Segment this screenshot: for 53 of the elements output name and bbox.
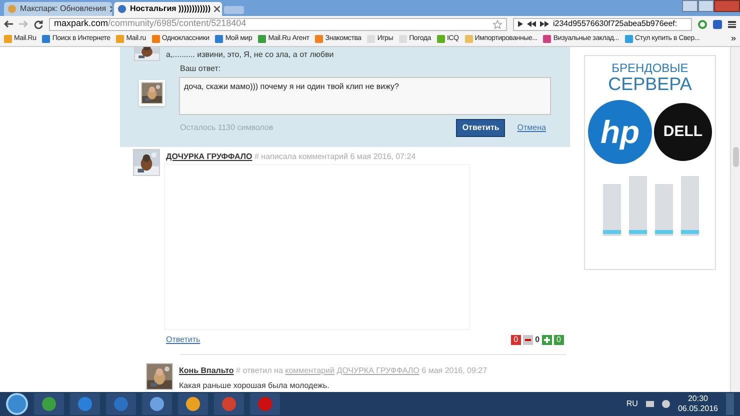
reload-icon[interactable]: [34, 20, 43, 28]
tab-title: Ностальгия )))))))))))): [130, 3, 210, 15]
url-text: maxpark.com/community/6985/content/5218404: [54, 17, 246, 30]
back-icon[interactable]: [4, 20, 13, 28]
taskbar-app-icon[interactable]: [70, 393, 100, 415]
fast-forward-icon[interactable]: [540, 21, 549, 27]
rewind-icon[interactable]: [527, 21, 536, 27]
submit-button[interactable]: Ответить: [456, 119, 506, 137]
taskbar-app-icon[interactable]: [178, 393, 208, 415]
clock[interactable]: 20:30 06.05.2016: [678, 394, 718, 414]
reply-label: Ваш ответ:: [180, 63, 222, 75]
forward-icon[interactable]: [19, 20, 28, 28]
close-icon[interactable]: [214, 6, 220, 12]
language-indicator[interactable]: RU: [626, 398, 638, 410]
taskbar-app-icon[interactable]: [106, 393, 136, 415]
author-link[interactable]: ДОЧУРКА ГРУФФАЛО: [166, 152, 252, 162]
comment-header: ДОЧУРКА ГРУФФАЛО # написала комментарий 6 мая 2016, 07:24: [166, 151, 417, 164]
menu-icon[interactable]: [728, 20, 736, 28]
browser-tab[interactable]: Ностальгия )))))))))))): [114, 2, 222, 16]
dislike-count: 0: [510, 335, 522, 346]
like-count: 0: [554, 335, 564, 346]
reply-field[interactable]: доча, скажи мамо))) почему я ни один твой клип не вижу?: [179, 77, 551, 115]
site-icon: [8, 5, 16, 13]
ad-title: БРЕНДОВЫЕ: [612, 62, 688, 75]
logo: hp: [588, 100, 652, 164]
author-link[interactable]: Конь Впальто: [179, 366, 234, 375]
track-title: i234d95576630f725abea5b976eef:: [553, 18, 678, 30]
browser-tab[interactable]: Макспарк: Обновления: [4, 2, 112, 16]
logo: DELL: [654, 103, 712, 161]
quoted-text: а,.......... извини, это, Я, не со зла, а от любви: [166, 49, 334, 61]
play-icon[interactable]: [518, 21, 523, 27]
start-button[interactable]: [6, 393, 28, 415]
minimize-button[interactable]: [682, 0, 698, 12]
taskbar-app-icon[interactable]: [34, 393, 64, 415]
address-field[interactable]: maxpark.com/community/6985/content/5218404: [49, 18, 507, 30]
site-icon: [118, 5, 126, 13]
plus-button[interactable]: [542, 335, 552, 346]
more-bookmarks[interactable]: »: [730, 32, 736, 46]
taskbar-app-icon[interactable]: [214, 393, 244, 415]
maximize-button[interactable]: [698, 0, 714, 12]
comment-header: Конь Впальто # ответил на комментарий ДОЧУРКА ГРУФФАЛО 6 мая 2016, 09:27: [179, 365, 488, 377]
comment-text: Какая раньше хорошая была молодежь.: [179, 380, 330, 392]
rating-score: 0: [535, 334, 540, 346]
close-button[interactable]: [714, 0, 740, 12]
minus-button[interactable]: [523, 335, 534, 346]
star-icon[interactable]: [493, 20, 502, 28]
reply-link[interactable]: Ответить: [166, 334, 200, 346]
scrollbar[interactable]: [730, 47, 740, 392]
tab-title: Макспарк: Обновления: [20, 3, 106, 15]
cancel-link[interactable]: Отмена: [517, 122, 546, 134]
characters-remaining: Осталось 1130 символов: [180, 122, 274, 134]
taskbar-app-icon[interactable]: [142, 393, 172, 415]
ad-title: СЕРВЕРА: [608, 75, 692, 94]
